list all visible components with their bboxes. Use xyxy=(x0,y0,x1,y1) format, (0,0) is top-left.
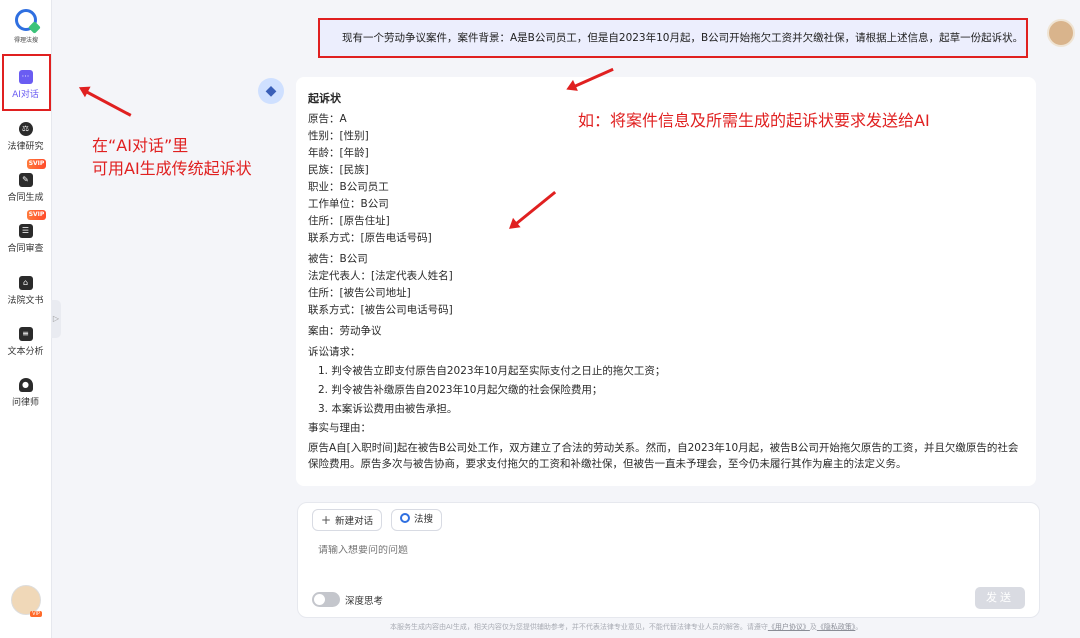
deep-think-label: 深度思考 xyxy=(345,596,384,607)
nav-label: 文本分析 xyxy=(7,347,44,357)
claim-item: 1. 判令被告立即支付原告自2023年10月起至实际支付之日止的拖欠工资； xyxy=(318,365,666,377)
defendant-line: 住所：[被告公司地址] xyxy=(308,287,411,299)
footer-text: 本服务生成内容由AI生成，相关内容仅为您提供辅助参考，并不代表法律专业意见，不能… xyxy=(390,623,768,631)
deep-think-toggle[interactable] xyxy=(312,592,340,607)
nav-label: 法院文书 xyxy=(7,296,44,306)
answer-title: 起诉状 xyxy=(308,92,341,105)
plus-icon: + xyxy=(321,513,332,527)
text-analysis-icon: ≡ xyxy=(18,327,33,341)
court-doc-icon: ⌂ xyxy=(18,276,33,290)
lawyer-icon: ● xyxy=(18,378,33,392)
annotation-right: 如：将案件信息及所需生成的起诉状要求发送给AI xyxy=(578,111,930,130)
plaintiff-line: 民族：[民族] xyxy=(308,164,369,176)
send-button[interactable]: 发送 xyxy=(975,587,1025,609)
contract-gen-icon: ✎ xyxy=(18,173,33,187)
defendant-line: 被告：B公司 xyxy=(308,253,368,265)
question-input[interactable] xyxy=(318,545,918,556)
plaintiff-line: 职业：B公司员工 xyxy=(308,181,389,193)
fasou-label: 法搜 xyxy=(414,514,434,525)
user-avatar-sidebar[interactable] xyxy=(11,585,42,617)
privacy-policy-link[interactable]: 《隐私政策》 xyxy=(817,623,856,631)
annotation-left-line2: 可用AI生成传统起诉状 xyxy=(92,159,252,178)
annotation-left-line1: 在“AI对话”里 xyxy=(92,136,189,155)
contract-review-icon: ☰ xyxy=(18,224,33,238)
new-chat-label: 新建对话 xyxy=(335,516,374,527)
claim-item: 2. 判令被告补缴原告自2023年10月起欠缴的社会保险费用； xyxy=(318,384,603,396)
defendant-line: 联系方式：[被告公司电话号码] xyxy=(308,304,453,316)
user-avatar xyxy=(1047,19,1075,47)
plaintiff-line: 年龄：[年龄] xyxy=(308,147,369,159)
collapse-sidebar-button[interactable]: ▷ xyxy=(51,300,61,338)
highlight-box-nav xyxy=(2,54,51,111)
nav-label: 问律师 xyxy=(11,398,39,408)
facts-paragraph: 原告A自[入职时间]起在被告B公司处工作，双方建立了合法的劳动关系。然而，自20… xyxy=(308,442,1019,470)
ai-avatar-icon: ◆ xyxy=(258,78,284,104)
nav-court-documents[interactable]: ⌂ 法院文书 xyxy=(0,276,51,306)
logo-icon xyxy=(15,9,37,31)
user-message-bubble: 现有一个劳动争议案件，案件背景：A是B公司员工，但是自2023年10月起，B公司… xyxy=(318,18,1028,58)
footer-disclaimer: 本服务生成内容由AI生成，相关内容仅为您提供辅助参考，并不代表法律专业意见，不能… xyxy=(390,622,862,632)
svip-badge: SVIP xyxy=(27,159,46,169)
logo-text: 得理法搜 xyxy=(13,37,38,44)
claims-heading: 诉讼请求： xyxy=(308,346,361,358)
nav-label: 合同审查 xyxy=(7,244,44,254)
nav-contract-generation[interactable]: ✎ 合同生成 xyxy=(0,173,51,203)
nav-label: 法律研究 xyxy=(7,142,44,152)
facts-heading: 事实与理由： xyxy=(308,422,371,434)
nav-legal-research[interactable]: ⚖ 法律研究 xyxy=(0,122,51,152)
plaintiff-line: 联系方式：[原告电话号码] xyxy=(308,232,432,244)
claim-item: 3. 本案诉讼费用由被告承担。 xyxy=(318,403,458,415)
research-icon: ⚖ xyxy=(18,122,33,136)
defendant-line: 法定代表人：[法定代表人姓名] xyxy=(308,270,453,282)
plaintiff-line: 工作单位：B公司 xyxy=(308,198,389,210)
footer-and: 及 xyxy=(809,623,817,631)
nav-text-analysis[interactable]: ≡ 文本分析 xyxy=(0,327,51,357)
annotation-arrow-left xyxy=(83,89,132,117)
svip-badge: SVIP xyxy=(27,210,46,220)
cause-of-action: 案由：劳动争议 xyxy=(308,325,382,337)
footer-end: 。 xyxy=(855,623,863,631)
new-chat-button[interactable]: + 新建对话 xyxy=(312,509,383,531)
app-logo[interactable]: 得理法搜 xyxy=(9,9,43,44)
nav-label: 合同生成 xyxy=(7,193,44,203)
nav-ask-lawyer[interactable]: ● 问律师 xyxy=(0,378,51,408)
fasou-button[interactable]: 法搜 xyxy=(391,509,443,531)
chat-input-card: +新建对话 法搜 深度思考 发送 xyxy=(297,502,1040,618)
nav-contract-review[interactable]: ☰ 合同审查 xyxy=(0,224,51,254)
ai-answer: 起诉状 原告：A 性别：[性别] 年龄：[年龄] 民族：[民族] 职业：B公司员… xyxy=(296,77,1036,486)
plaintiff-line: 住所：[原告住址] xyxy=(308,215,390,227)
user-agreement-link[interactable]: 《用户协议》 xyxy=(768,623,810,631)
search-icon xyxy=(400,513,410,523)
